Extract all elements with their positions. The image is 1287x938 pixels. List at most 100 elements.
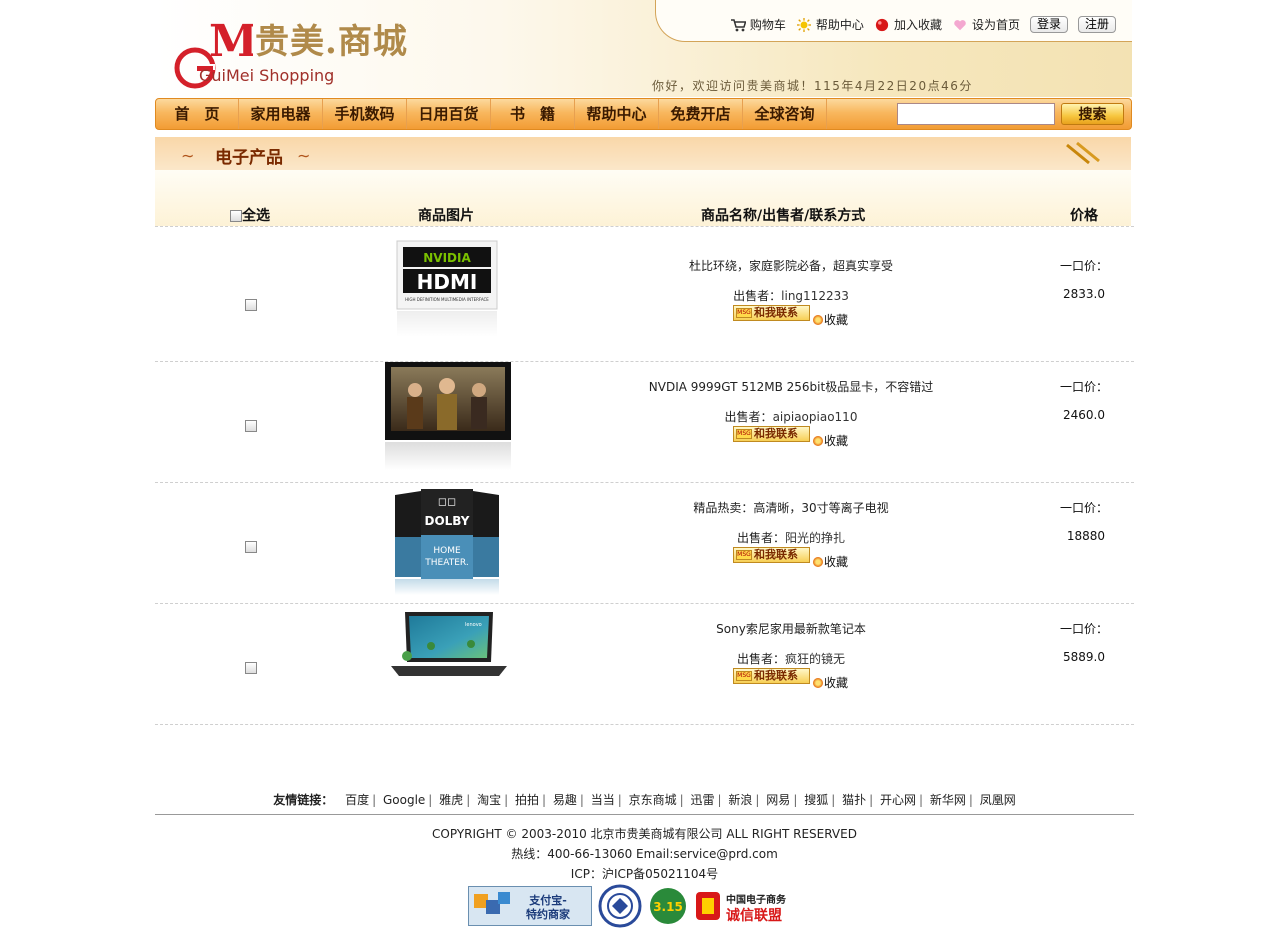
contact-label: 和我联系	[754, 669, 798, 682]
search-button[interactable]: 搜索	[1061, 103, 1124, 125]
contact-seller-button[interactable]: MSG 和我联系	[733, 305, 810, 321]
cfcp-seal-icon[interactable]	[598, 884, 642, 928]
alipay-merchant-badge[interactable]: 支付宝- 特约商家	[468, 886, 592, 926]
friend-link[interactable]: 百度	[345, 793, 369, 807]
logo-letter-m: M	[209, 16, 253, 67]
friend-link[interactable]: 新浪	[728, 793, 752, 807]
contact-label: 和我联系	[754, 427, 798, 440]
badge-315-icon[interactable]: 3.15	[648, 886, 688, 926]
info-column-header: 商品名称/出售者/联系方式	[701, 208, 866, 224]
friend-link[interactable]: 淘宝	[477, 793, 501, 807]
integrity-union-badge[interactable]: 中国电子商务 诚信联盟	[694, 888, 818, 924]
nav-item-consult[interactable]: 全球咨询	[743, 99, 827, 129]
favorite-star-icon	[813, 435, 823, 446]
nav-item-appliances[interactable]: 家用电器	[239, 99, 323, 129]
search-input[interactable]	[897, 103, 1055, 125]
favorite-button[interactable]: 收藏	[813, 432, 848, 449]
product-checkbox[interactable]	[245, 299, 257, 311]
help-link[interactable]: 帮助中心	[796, 16, 864, 33]
product-name[interactable]: 杜比环绕，家庭影院必备，超真实享受	[591, 257, 991, 274]
product-image-tv[interactable]	[385, 362, 511, 472]
alipay-badge-line1: 支付宝-	[528, 893, 567, 907]
site-header: M 贵美.商城 GuiMei Shopping 购物车 帮助中心 加入收藏 设为…	[155, 0, 1132, 97]
price-value: 2833.0	[1063, 287, 1105, 301]
message-icon: MSG	[736, 550, 752, 560]
lenovo-text: lenovo	[465, 622, 482, 628]
icp-text[interactable]: ICP：沪ICP备05021104号	[155, 865, 1134, 882]
friend-link[interactable]: 开心网	[880, 793, 916, 807]
product-seller: 出售者：aipiaopiao110	[591, 408, 991, 425]
section-title-bar: ∼ 电子产品 ∼	[155, 137, 1131, 170]
friend-link[interactable]: 当当	[591, 793, 615, 807]
friend-link[interactable]: 雅虎	[439, 793, 463, 807]
nav-item-open-shop[interactable]: 免费开店	[659, 99, 743, 129]
friend-link[interactable]: 京东商城	[629, 793, 677, 807]
friend-link[interactable]: 拍拍	[515, 793, 539, 807]
cart-icon	[730, 18, 746, 31]
register-button[interactable]: 注册	[1077, 16, 1116, 33]
favorite-label: 收藏	[824, 313, 849, 327]
select-all-label: 全选	[242, 208, 270, 224]
product-checkbox[interactable]	[245, 541, 257, 553]
contact-seller-button[interactable]: MSG 和我联系	[733, 668, 810, 684]
product-image-laptop[interactable]: lenovo	[387, 610, 511, 686]
seller-name[interactable]: 疯狂的镜无	[785, 652, 845, 666]
friend-link[interactable]: 网易	[766, 793, 790, 807]
message-icon: MSG	[736, 671, 752, 681]
friend-link[interactable]: 易趣	[553, 793, 577, 807]
contact-label: 和我联系	[754, 548, 798, 561]
product-name[interactable]: NVDIA 9999GT 512MB 256bit极品显卡，不容错过	[591, 378, 991, 395]
select-all-header[interactable]: 全选	[230, 205, 270, 225]
contact-seller-button[interactable]: MSG 和我联系	[733, 426, 810, 442]
nav-item-daily[interactable]: 日用百货	[407, 99, 491, 129]
product-checkbox[interactable]	[245, 662, 257, 674]
union-badge-line2: 诚信联盟	[726, 907, 782, 924]
dolby-home-text: HOME	[433, 546, 461, 556]
logo-text-cn: 贵美.商城	[255, 22, 408, 62]
product-seller: 出售者：疯狂的镜无	[591, 650, 991, 667]
hotline-text: 热线：400-66-13060 Email:service@prd.com	[511, 847, 778, 861]
nvidia-text: NVIDIA	[423, 251, 471, 265]
product-name[interactable]: Sony索尼家用最新款笔记本	[591, 620, 991, 637]
homepage-heart-icon	[954, 19, 966, 30]
favorite-star-icon	[813, 314, 823, 325]
cart-link[interactable]: 购物车	[730, 16, 786, 33]
nav-item-help[interactable]: 帮助中心	[575, 99, 659, 129]
product-row: NVDIA 9999GT 512MB 256bit极品显卡，不容错过 出售者：a…	[155, 354, 1134, 475]
seller-name[interactable]: aipiaopiao110	[773, 410, 858, 424]
contact-seller-button[interactable]: MSG 和我联系	[733, 547, 810, 563]
seller-name[interactable]: 阳光的挣扎	[785, 531, 845, 545]
favorite-link[interactable]: 加入收藏	[874, 16, 942, 33]
friend-link[interactable]: 新华网	[930, 793, 966, 807]
product-checkbox[interactable]	[245, 420, 257, 432]
product-image-dolby[interactable]: ◻◻ DOLBY HOME THEATER.	[391, 489, 503, 595]
contact-label: 和我联系	[754, 306, 798, 319]
greeting-text: 你好，欢迎访问贵美商城！115年4月22日20点46分	[652, 79, 973, 93]
friend-link[interactable]: 猫扑	[842, 793, 866, 807]
favorite-button[interactable]: 收藏	[813, 553, 848, 570]
friend-link[interactable]: Google	[383, 793, 425, 807]
cart-label: 购物车	[749, 18, 786, 32]
help-sun-icon	[796, 17, 811, 32]
product-image-hdmi[interactable]: NVIDIA HDMI HIGH DEFINITION MULTIMEDIA I…	[393, 239, 501, 339]
dolby-text: DOLBY	[425, 514, 470, 528]
homepage-link[interactable]: 设为首页	[952, 16, 1020, 33]
favorite-button[interactable]: 收藏	[813, 674, 848, 691]
friend-links: 友情链接： 百度 | Google | 雅虎 | 淘宝 | 拍拍 | 易趣 | 当当 | 京东…	[273, 793, 1016, 807]
select-all-checkbox[interactable]	[230, 210, 242, 222]
copyright-text: COPYRIGHT © 2003-2010 北京市贵美商城有限公司 ALL RI…	[432, 827, 857, 841]
friend-link[interactable]: 迅雷	[691, 793, 715, 807]
nav-item-books[interactable]: 书 籍	[491, 99, 575, 129]
favorite-button[interactable]: 收藏	[813, 311, 848, 328]
seller-name[interactable]: ling112233	[781, 289, 849, 303]
login-button[interactable]: 登录	[1029, 16, 1068, 33]
product-seller: 出售者：ling112233	[591, 287, 991, 304]
row-divider	[155, 724, 1134, 725]
nav-item-home[interactable]: 首 页	[156, 99, 239, 129]
message-icon: MSG	[736, 429, 752, 439]
friend-link[interactable]: 搜狐	[804, 793, 828, 807]
nav-item-digital[interactable]: 手机数码	[323, 99, 407, 129]
product-name[interactable]: 精品热卖：高清晰，30寸等离子电视	[591, 499, 991, 516]
friend-link[interactable]: 凤凰网	[980, 793, 1016, 807]
row-divider	[155, 226, 1134, 227]
